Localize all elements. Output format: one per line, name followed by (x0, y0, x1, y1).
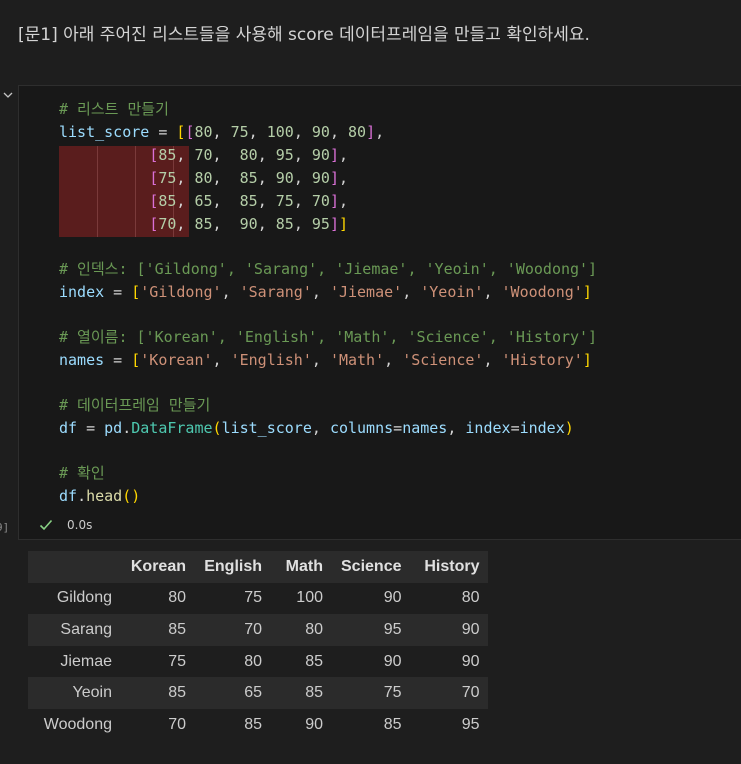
column-header: Math (285, 557, 323, 575)
table-row: Yeoin 85 65 85 75 70 (28, 677, 489, 709)
table-cell: 75 (244, 589, 262, 607)
table-cell: 85 (244, 715, 262, 733)
comment: # 열이름: ['Korean', 'English', 'Math', 'Sc… (59, 328, 598, 346)
table-cell: 70 (244, 620, 262, 638)
table-cell: 80 (168, 589, 186, 607)
table-cell: 90 (461, 620, 480, 638)
table-row: Woodong 70 85 90 85 95 (28, 708, 489, 741)
table-cell: 80 (244, 652, 262, 670)
comment: # 리스트 만들기 (59, 100, 169, 118)
cell-status: 0.0s (39, 518, 92, 532)
variable: list_score (59, 123, 150, 141)
table-cell: 85 (383, 715, 402, 733)
comment: # 인덱스: ['Gildong', 'Sarang', 'Jiemae', '… (59, 260, 598, 278)
table-cell: 75 (168, 652, 186, 670)
row-index: Sarang (60, 620, 112, 638)
table-header-row: Korean English Math Science History (28, 551, 489, 583)
table-cell: 90 (383, 589, 402, 607)
table-row: Sarang 85 70 80 95 90 (28, 614, 489, 646)
table-row: Jiemae 75 80 85 90 90 (28, 645, 489, 678)
row-index: Jiemae (60, 652, 112, 670)
table-cell: 75 (383, 684, 402, 702)
table-cell: 95 (383, 620, 402, 638)
column-header: History (424, 557, 480, 575)
table-row: Gildong 80 75 100 90 80 (28, 582, 489, 615)
table-cell: 80 (461, 589, 480, 607)
table-cell: 90 (305, 715, 323, 733)
table-cell: 85 (168, 620, 186, 638)
column-header: English (204, 557, 262, 575)
chevron-down-icon[interactable] (3, 90, 13, 100)
table-cell: 70 (168, 715, 186, 733)
row-index: Yeoin (72, 684, 112, 702)
table-cell: 70 (461, 684, 480, 702)
table-cell: 85 (305, 652, 323, 670)
dataframe-output: Korean English Math Science History Gild… (28, 551, 489, 741)
row-index: Woodong (43, 715, 112, 733)
dataframe-table: Korean English Math Science History Gild… (28, 551, 489, 741)
check-icon (39, 519, 53, 531)
table-cell: 90 (383, 652, 402, 670)
table-cell: 65 (244, 684, 262, 702)
execution-count: 9] (0, 521, 10, 534)
comment: # 확인 (59, 464, 105, 482)
code-editor[interactable]: # 리스트 만들기 list_score = [[80, 75, 100, 90… (59, 98, 597, 508)
table-cell: 100 (296, 589, 323, 607)
execution-time: 0.0s (67, 518, 93, 532)
index-header (28, 551, 121, 583)
code-cell[interactable]: # 리스트 만들기 list_score = [[80, 75, 100, 90… (18, 85, 741, 540)
column-header: Science (341, 557, 402, 575)
table-cell: 95 (461, 715, 480, 733)
table-cell: 85 (168, 684, 186, 702)
markdown-heading: [문1] 아래 주어진 리스트들을 사용해 score 데이터프레임을 만들고 … (18, 25, 590, 45)
comment: # 데이터프레임 만들기 (59, 396, 211, 414)
table-cell: 85 (305, 684, 323, 702)
table-cell: 90 (461, 652, 480, 670)
row-index: Gildong (56, 589, 112, 607)
table-cell: 80 (305, 620, 323, 638)
column-header: Korean (130, 557, 186, 575)
